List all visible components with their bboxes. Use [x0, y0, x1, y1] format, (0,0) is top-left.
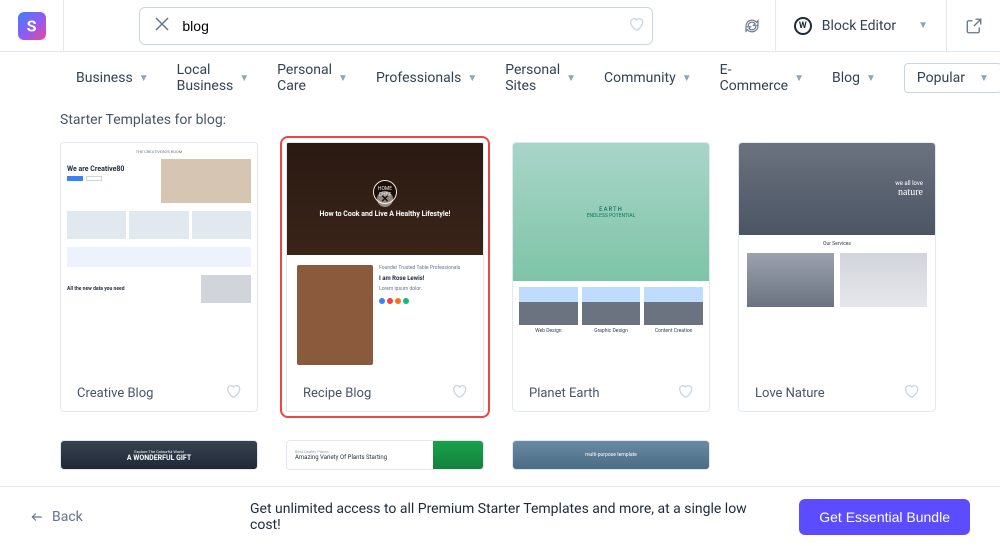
- search-wrap: [64, 7, 729, 45]
- card-footer: Creative Blog: [61, 375, 257, 411]
- template-card-mountain[interactable]: multi-purpose template: [512, 440, 710, 470]
- editor-label: Block Editor: [822, 18, 896, 34]
- card-footer: Love Nature: [739, 375, 935, 411]
- promo-text: Get unlimited access to all Premium Star…: [250, 501, 750, 533]
- template-name: Planet Earth: [529, 386, 600, 401]
- logo-cell: [0, 0, 64, 52]
- filter-blog[interactable]: Blog▼: [832, 70, 876, 86]
- chevron-down-icon: ▼: [794, 73, 804, 84]
- filter-community[interactable]: Community▼: [604, 70, 692, 86]
- results-heading: Starter Templates for blog:: [60, 112, 936, 128]
- chevron-down-icon: ▼: [338, 73, 348, 84]
- search-input[interactable]: [176, 18, 622, 34]
- card-footer: Planet Earth: [513, 375, 709, 411]
- chevron-down-icon: ▼: [866, 73, 876, 84]
- template-grid: THE CREATIVE80'S ROOM We are Creative80 …: [60, 142, 936, 412]
- top-bar: W Block Editor ▼: [0, 0, 1000, 52]
- favorite-icon[interactable]: [677, 383, 693, 403]
- chevron-down-icon: ▼: [239, 73, 249, 84]
- chevron-down-icon: ▼: [979, 73, 989, 84]
- chevron-down-icon: ▼: [467, 73, 477, 84]
- template-name: Creative Blog: [77, 386, 153, 401]
- template-card-outdoor[interactable]: Explore The Colourful World A WONDERFUL …: [60, 440, 258, 470]
- filter-local-business[interactable]: Local Business▼: [177, 62, 250, 94]
- favorite-icon[interactable]: [903, 383, 919, 403]
- clear-search-icon[interactable]: [148, 16, 176, 35]
- back-label: Back: [52, 509, 83, 525]
- search-favorite-icon[interactable]: [628, 16, 644, 36]
- back-button[interactable]: Back: [30, 509, 83, 525]
- get-bundle-button[interactable]: Get Essential Bundle: [799, 499, 970, 535]
- favorite-icon[interactable]: [451, 383, 467, 403]
- search-box: [139, 7, 653, 45]
- sort-label: Popular: [917, 70, 965, 86]
- template-grid-row-2: Explore The Colourful World A WONDERFUL …: [60, 440, 936, 470]
- filter-bar: Business▼ Local Business▼ Personal Care▼…: [0, 52, 1000, 104]
- bottom-bar: Back Get unlimited access to all Premium…: [0, 486, 1000, 546]
- chevron-down-icon: ▼: [918, 20, 928, 31]
- empty-slot: [738, 440, 936, 470]
- template-card-recipe-blog[interactable]: HOME CHEF ✕ How to Cook and Live A Healt…: [286, 142, 484, 412]
- template-preview: we all love nature Our Services: [739, 143, 935, 375]
- template-card-love-nature[interactable]: we all love nature Our Services Love Nat…: [738, 142, 936, 412]
- template-name: Recipe Blog: [303, 386, 371, 401]
- filter-business[interactable]: Business▼: [76, 70, 149, 86]
- template-name: Love Nature: [755, 386, 825, 401]
- template-preview: THE CREATIVE80'S ROOM We are Creative80 …: [61, 143, 257, 375]
- chevron-down-icon: ▼: [566, 73, 576, 84]
- template-card-plants[interactable]: Best Quality PlantsAmazing Variety Of Pl…: [286, 440, 484, 470]
- editor-selector[interactable]: W Block Editor ▼: [775, 0, 946, 52]
- card-footer: Recipe Blog: [287, 375, 483, 411]
- sync-button[interactable]: [729, 17, 775, 35]
- app-logo[interactable]: [18, 12, 46, 40]
- filter-personal-care[interactable]: Personal Care▼: [277, 62, 348, 94]
- chevron-down-icon: ▼: [139, 73, 149, 84]
- arrow-left-icon: [30, 510, 44, 524]
- filter-ecommerce[interactable]: E-Commerce▼: [720, 62, 804, 94]
- template-preview: HOME CHEF ✕ How to Cook and Live A Healt…: [287, 143, 483, 375]
- template-preview: EARTH ENDLESS POTENTIAL Web DesignGraphi…: [513, 143, 709, 375]
- filter-personal-sites[interactable]: Personal Sites▼: [505, 62, 576, 94]
- content-area: Starter Templates for blog: THE CREATIVE…: [0, 104, 1000, 470]
- open-external-button[interactable]: [946, 0, 1000, 52]
- template-card-planet-earth[interactable]: EARTH ENDLESS POTENTIAL Web DesignGraphi…: [512, 142, 710, 412]
- filter-professionals[interactable]: Professionals▼: [376, 70, 477, 86]
- favorite-icon[interactable]: [225, 383, 241, 403]
- chevron-down-icon: ▼: [682, 73, 692, 84]
- wordpress-icon: W: [794, 17, 812, 35]
- template-card-creative-blog[interactable]: THE CREATIVE80'S ROOM We are Creative80 …: [60, 142, 258, 412]
- close-icon[interactable]: ✕: [377, 191, 393, 207]
- sort-selector[interactable]: Popular ▼: [904, 63, 1000, 93]
